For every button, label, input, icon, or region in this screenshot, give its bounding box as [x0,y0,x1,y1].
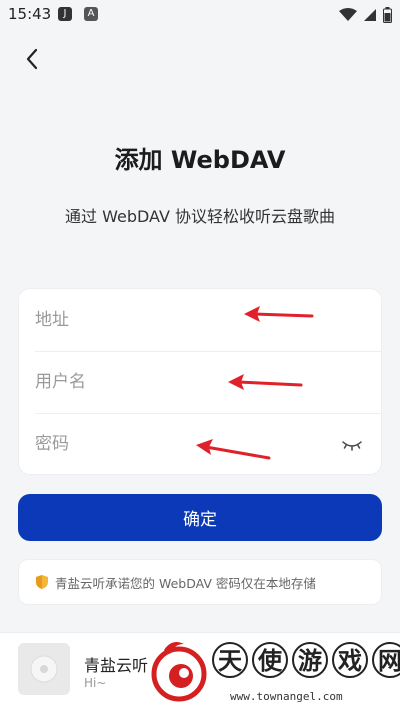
watermark-char: 天 [212,642,248,678]
watermark-char: 使 [252,642,288,678]
back-button[interactable] [18,45,46,73]
battery-icon [383,7,392,23]
shield-icon [36,575,48,589]
address-row [35,289,381,352]
annotation-arrow-icon [196,439,271,460]
watermark-url: www.townangel.com [230,690,343,703]
status-time: 15:43 [8,5,52,23]
annotation-arrow-icon [228,374,303,390]
player-track-subtitle: Hi~ [84,676,107,690]
privacy-notice: 青盐云听承诺您的 WebDAV 密码仅在本地存储 [18,559,382,605]
notice-text: 青盐云听承诺您的 WebDAV 密码仅在本地存储 [55,575,316,591]
disc-icon [30,655,58,683]
status-icons [339,6,392,24]
eye-closed-icon[interactable] [341,433,363,455]
wifi-icon [339,8,357,21]
username-row [35,351,381,414]
password-input[interactable] [35,434,325,454]
page-title: 添加 WebDAV [114,146,286,174]
watermark-text: 天 使 游 戏 网 [212,642,400,678]
signal-icon [364,9,376,21]
watermark-char: 游 [292,642,328,678]
watermark-char: 戏 [332,642,368,678]
album-art[interactable] [18,643,70,695]
watermark-char: 网 [372,642,400,678]
annotation-arrow-icon [244,306,314,322]
watermark: 天 使 游 戏 网 www.townangel.com [150,634,400,710]
confirm-button[interactable]: 确定 [18,494,382,541]
watermark-logo-icon [151,642,207,702]
page-subtitle: 通过 WebDAV 协议轻松收听云盘歌曲 [65,207,335,226]
notification-app-icon: J [58,7,72,21]
status-bar: 15:43 J A [0,0,400,30]
chevron-left-icon [26,48,38,70]
notification-app-icon: A [84,7,98,21]
player-track-title: 青盐云听 [84,656,149,675]
